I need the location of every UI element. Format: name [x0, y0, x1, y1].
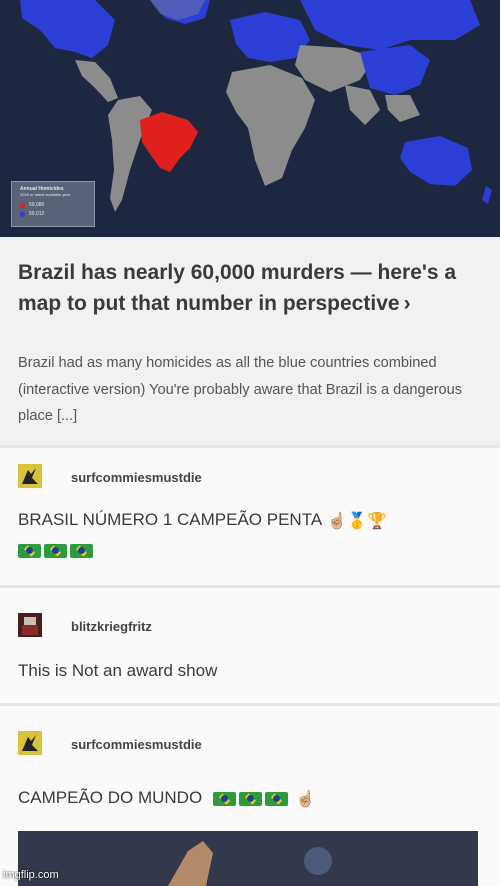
post-text: CAMPEÃO DO MUNDO ☝🏼: [18, 788, 316, 809]
post-text-content: BRASIL NÚMERO 1 CAMPEÃO PENTA: [18, 510, 323, 529]
post-text: BRASIL NÚMERO 1 CAMPEÃO PENTA ☝🏼🥇🏆: [18, 510, 387, 531]
blue-dot-icon: [20, 211, 25, 217]
post-text-content: CAMPEÃO DO MUNDO: [18, 788, 203, 807]
username[interactable]: surfcommiesmustdie: [71, 737, 202, 752]
brazil-flag-icon: [212, 791, 236, 806]
red-dot-icon: [20, 202, 25, 208]
avatar[interactable]: [18, 464, 42, 488]
brazil-flag-icon: [70, 543, 93, 558]
article-link-card[interactable]: Brazil has nearly 60,000 murders — here'…: [0, 237, 500, 445]
brazil-flag-icon: [264, 791, 288, 806]
username[interactable]: blitzkriegfritz: [71, 619, 152, 634]
emoji-group: ☝🏼: [295, 790, 316, 808]
legend-blue-value: 59,012: [29, 211, 45, 217]
article-headline[interactable]: Brazil has nearly 60,000 murders — here'…: [18, 257, 488, 319]
brazil-flag-icon: [18, 543, 41, 558]
homicide-map: Annual Homicides 2015 or latest availabl…: [0, 0, 500, 237]
emoji-group: ☝🏼🥇🏆: [327, 512, 387, 530]
username[interactable]: surfcommiesmustdie: [71, 470, 202, 485]
map-legend: Annual Homicides 2015 or latest availabl…: [11, 181, 95, 227]
brazil-flag-icon: [238, 791, 262, 806]
avatar[interactable]: [18, 613, 42, 637]
brazil-shape: [140, 112, 198, 172]
legend-red-value: 59,080: [29, 202, 45, 208]
brazil-flag-emojis: [18, 542, 96, 560]
reblog-post: surfcommiesmustdie BRASIL NÚMERO 1 CAMPE…: [0, 448, 500, 585]
post-text: This is Not an award show: [18, 661, 218, 680]
legend-row-blue: 59,012: [20, 211, 44, 217]
post-image: [18, 831, 478, 886]
brazil-flag-icon: [44, 543, 67, 558]
chevron-right-icon: ›: [403, 292, 411, 315]
article-summary: Brazil had as many homicides as all the …: [18, 355, 463, 424]
legend-row-red: 59,080: [20, 202, 44, 208]
avatar[interactable]: [18, 731, 42, 755]
imgflip-watermark: imgflip.com: [3, 869, 59, 881]
reblog-post: blitzkriegfritz This is Not an award sho…: [0, 588, 500, 703]
legend-subtitle: 2015 or latest available year: [20, 192, 71, 197]
